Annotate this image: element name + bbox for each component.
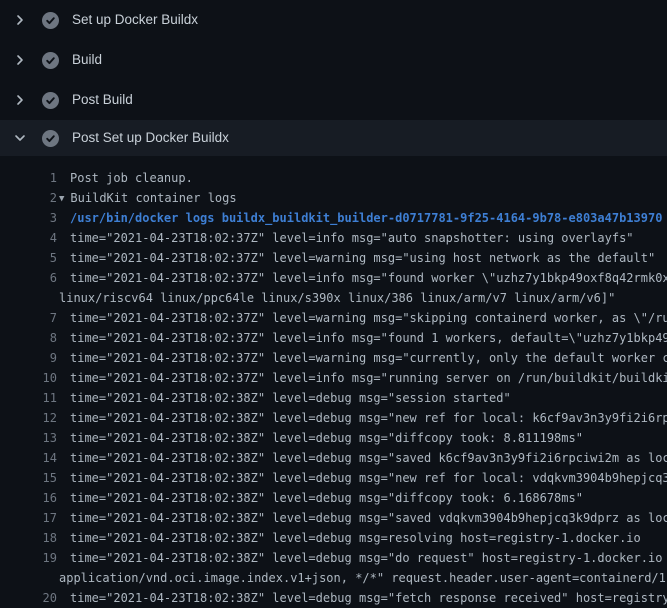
- line-number-link[interactable]: 17: [0, 508, 57, 528]
- log-line-text: ▼time="2021-04-23T18:02:37Z" level=info …: [57, 368, 667, 388]
- step-title: Build: [72, 52, 102, 68]
- log-line-text: ▼time="2021-04-23T18:02:37Z" level=info …: [57, 328, 667, 348]
- log-line: 18 ▼time="2021-04-23T18:02:38Z" level=de…: [0, 528, 667, 548]
- check-circle-icon: [42, 130, 59, 147]
- step-header-2[interactable]: Post Build: [0, 80, 667, 120]
- step-title: Post Build: [72, 92, 133, 108]
- triangle-down-icon[interactable]: ▼: [59, 194, 64, 204]
- check-circle-icon: [42, 52, 59, 69]
- log-line-text: ▼application/vnd.oci.image.index.v1+json…: [57, 568, 667, 588]
- log-line: 20 ▼time="2021-04-23T18:02:38Z" level=de…: [0, 588, 667, 608]
- log-line: 4 ▼time="2021-04-23T18:02:37Z" level=inf…: [0, 228, 667, 248]
- log-line: 17 ▼time="2021-04-23T18:02:38Z" level=de…: [0, 508, 667, 528]
- log-line-text: ▼time="2021-04-23T18:02:38Z" level=debug…: [57, 448, 667, 468]
- line-number-link[interactable]: 15: [0, 468, 57, 488]
- check-circle-icon: [42, 12, 59, 29]
- line-number-link[interactable]: 3: [0, 208, 57, 228]
- log-line-text: ▼time="2021-04-23T18:02:38Z" level=debug…: [57, 508, 667, 528]
- chevron-right-icon: [12, 12, 28, 28]
- step-header-1[interactable]: Build: [0, 40, 667, 80]
- chevron-right-icon: [12, 92, 28, 108]
- step-title: Set up Docker Buildx: [72, 12, 198, 28]
- log-line: 13 ▼time="2021-04-23T18:02:38Z" level=de…: [0, 428, 667, 448]
- line-number-link[interactable]: 1: [0, 168, 57, 188]
- log-line-text: ▼linux/riscv64 linux/ppc64le linux/s390x…: [57, 288, 667, 308]
- line-number-link[interactable]: 4: [0, 228, 57, 248]
- log-line-text: ▼time="2021-04-23T18:02:38Z" level=debug…: [57, 528, 667, 548]
- log-line: 15 ▼time="2021-04-23T18:02:38Z" level=de…: [0, 468, 667, 488]
- chevron-down-icon: [12, 130, 28, 146]
- log-line-text: ▼time="2021-04-23T18:02:38Z" level=debug…: [57, 548, 667, 568]
- log-line: ▼linux/riscv64 linux/ppc64le linux/s390x…: [0, 288, 667, 308]
- line-number-link[interactable]: 8: [0, 328, 57, 348]
- line-number-link[interactable]: 13: [0, 428, 57, 448]
- check-circle-icon: [42, 92, 59, 109]
- log-line: 10 ▼time="2021-04-23T18:02:37Z" level=in…: [0, 368, 667, 388]
- log-line-text: ▼time="2021-04-23T18:02:38Z" level=debug…: [57, 588, 667, 608]
- line-number-link[interactable]: 11: [0, 388, 57, 408]
- line-number-link[interactable]: 6: [0, 268, 57, 288]
- line-number-link[interactable]: 5: [0, 248, 57, 268]
- line-number-link[interactable]: 20: [0, 588, 57, 608]
- log-line: 2 ▼BuildKit container logs: [0, 188, 667, 208]
- log-line-text: ▼time="2021-04-23T18:02:38Z" level=debug…: [57, 468, 667, 488]
- log-line: 3 ▼/usr/bin/docker logs buildx_buildkit_…: [0, 208, 667, 228]
- step-header-0[interactable]: Set up Docker Buildx: [0, 0, 667, 40]
- line-number-link[interactable]: 12: [0, 408, 57, 428]
- log-line-text: ▼BuildKit container logs: [57, 188, 667, 208]
- log-line-text: ▼time="2021-04-23T18:02:37Z" level=info …: [57, 268, 667, 288]
- log-line: 14 ▼time="2021-04-23T18:02:38Z" level=de…: [0, 448, 667, 468]
- line-number-link[interactable]: [0, 568, 57, 588]
- log-line-text: ▼time="2021-04-23T18:02:37Z" level=info …: [57, 228, 667, 248]
- line-number-link[interactable]: 16: [0, 488, 57, 508]
- log-line-text: ▼time="2021-04-23T18:02:38Z" level=debug…: [57, 428, 667, 448]
- log-line-text: ▼/usr/bin/docker logs buildx_buildkit_bu…: [57, 208, 667, 228]
- log-line-text: ▼time="2021-04-23T18:02:37Z" level=warni…: [57, 308, 667, 328]
- log-line: 9 ▼time="2021-04-23T18:02:37Z" level=war…: [0, 348, 667, 368]
- log-line-text: ▼time="2021-04-23T18:02:37Z" level=warni…: [57, 348, 667, 368]
- log-viewer: 1 ▼Post job cleanup. 2 ▼BuildKit contain…: [0, 156, 667, 608]
- line-number-link[interactable]: 7: [0, 308, 57, 328]
- log-line: 6 ▼time="2021-04-23T18:02:37Z" level=inf…: [0, 268, 667, 288]
- log-line: 11 ▼time="2021-04-23T18:02:38Z" level=de…: [0, 388, 667, 408]
- log-line-text: ▼Post job cleanup.: [57, 168, 667, 188]
- line-number-link[interactable]: 19: [0, 548, 57, 568]
- log-line: 12 ▼time="2021-04-23T18:02:38Z" level=de…: [0, 408, 667, 428]
- line-number-link[interactable]: 14: [0, 448, 57, 468]
- line-number-link[interactable]: [0, 288, 57, 308]
- log-line: 5 ▼time="2021-04-23T18:02:37Z" level=war…: [0, 248, 667, 268]
- log-line: ▼application/vnd.oci.image.index.v1+json…: [0, 568, 667, 588]
- log-line: 19 ▼time="2021-04-23T18:02:38Z" level=de…: [0, 548, 667, 568]
- step-title: Post Set up Docker Buildx: [72, 130, 229, 146]
- log-line: 7 ▼time="2021-04-23T18:02:37Z" level=war…: [0, 308, 667, 328]
- step-header-3[interactable]: Post Set up Docker Buildx: [0, 120, 667, 156]
- chevron-right-icon: [12, 52, 28, 68]
- log-line: 8 ▼time="2021-04-23T18:02:37Z" level=inf…: [0, 328, 667, 348]
- log-line-text: ▼time="2021-04-23T18:02:37Z" level=warni…: [57, 248, 667, 268]
- log-line-text: ▼time="2021-04-23T18:02:38Z" level=debug…: [57, 488, 667, 508]
- line-number-link[interactable]: 2: [0, 188, 57, 208]
- log-line-text: ▼time="2021-04-23T18:02:38Z" level=debug…: [57, 388, 667, 408]
- line-number-link[interactable]: 10: [0, 368, 57, 388]
- step-list: Set up Docker Buildx Build: [0, 0, 667, 156]
- line-number-link[interactable]: 9: [0, 348, 57, 368]
- log-line-text: ▼time="2021-04-23T18:02:38Z" level=debug…: [57, 408, 667, 428]
- line-number-link[interactable]: 18: [0, 528, 57, 548]
- log-line: 1 ▼Post job cleanup.: [0, 168, 667, 188]
- log-line: 16 ▼time="2021-04-23T18:02:38Z" level=de…: [0, 488, 667, 508]
